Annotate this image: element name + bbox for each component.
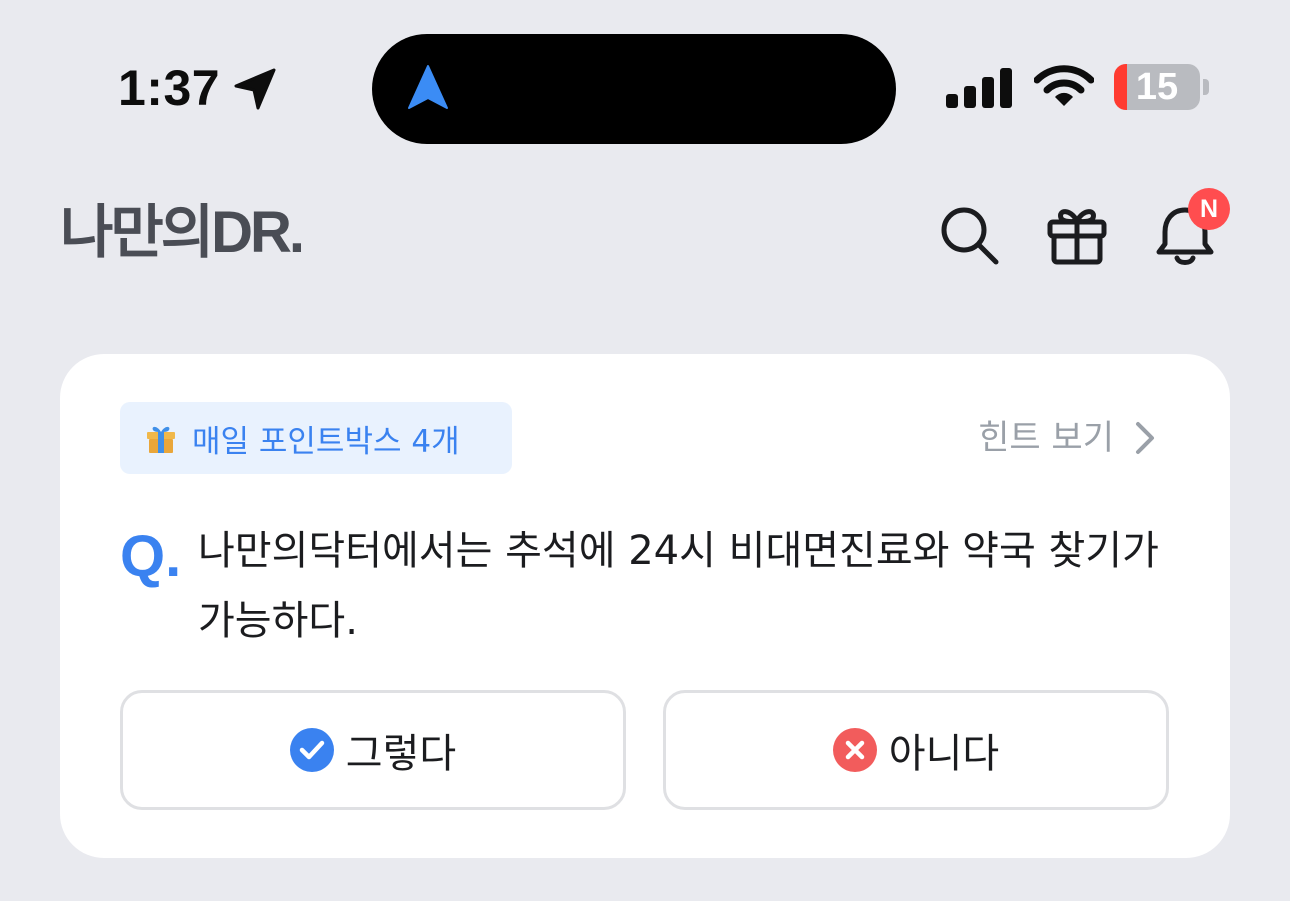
question-mark-label: Q. [120, 524, 182, 589]
gift-emoji-icon [147, 426, 175, 453]
battery-percentage: 15 [1135, 65, 1179, 108]
hint-link[interactable]: 힌트 보기 [978, 416, 1158, 460]
battery-icon: 15 [1114, 64, 1212, 110]
daily-point-box-chip: 매일 포인트박스 4개 [120, 402, 512, 474]
answer-yes-button[interactable]: 그렇다 [120, 690, 626, 810]
gift-icon[interactable] [1044, 202, 1110, 268]
question-text: 나만의닥터에서는 추석에 24시 비대면진료와 약국 찾기가 가능하다. [198, 528, 1159, 644]
search-icon[interactable] [936, 202, 1002, 268]
chip-label: 매일 포인트박스 4개 [192, 423, 460, 460]
answer-yes-label: 그렇다 [345, 731, 457, 777]
location-arrow-icon [232, 66, 278, 112]
hint-label: 힌트 보기 [978, 418, 1114, 458]
status-time: 1:37 [118, 60, 221, 116]
x-circle-icon [832, 728, 877, 772]
chevron-right-icon [1136, 422, 1154, 454]
navigation-arrow-icon [406, 64, 450, 110]
quiz-card: 매일 포인트박스 4개 힌트 보기 Q. 나만의닥터에서는 추석에 24시 비대… [60, 354, 1230, 858]
cellular-signal-icon [946, 66, 1014, 108]
answer-no-label: 아니다 [888, 731, 1000, 777]
answer-no-button[interactable]: 아니다 [663, 690, 1169, 810]
app-logo[interactable]: 나만의DR. [60, 198, 305, 268]
wifi-icon [1033, 64, 1095, 108]
notification-badge: N [1188, 188, 1230, 230]
check-circle-icon [289, 728, 334, 772]
dynamic-island [372, 34, 896, 144]
